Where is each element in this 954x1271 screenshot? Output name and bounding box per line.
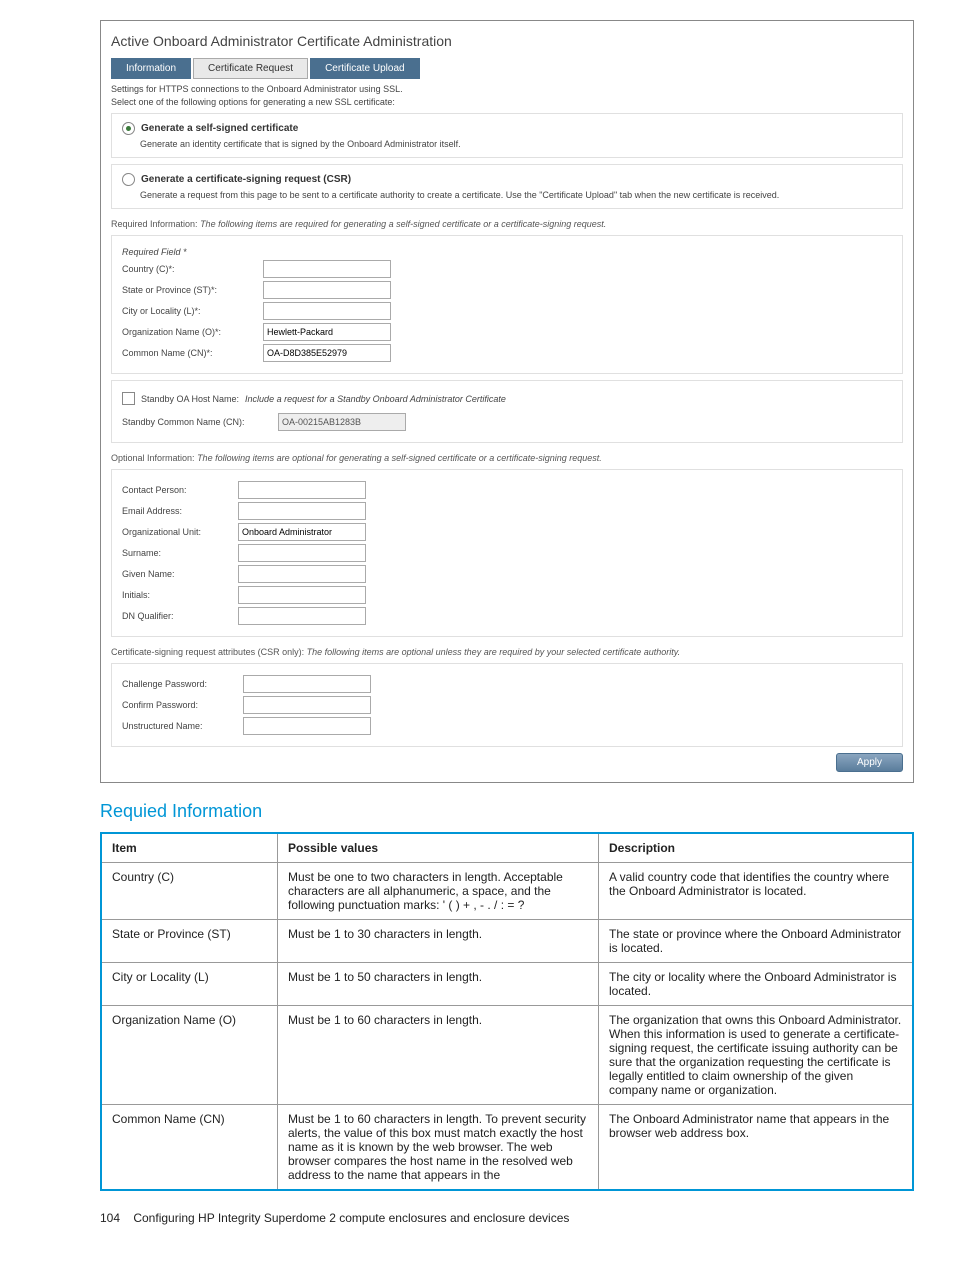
city-label: City or Locality (L)*: <box>122 306 257 316</box>
required-fields-block: Required Field * Country (C)*: State or … <box>111 235 903 374</box>
contact-label: Contact Person: <box>122 485 232 495</box>
select-line: Select one of the following options for … <box>111 97 903 107</box>
standby-cn-input <box>278 413 406 431</box>
table-row: City or Locality (L)Must be 1 to 50 char… <box>101 963 913 1006</box>
optional-info-label: Optional Information: The following item… <box>111 453 903 463</box>
state-input[interactable] <box>263 281 391 299</box>
standby-checkbox[interactable] <box>122 392 135 405</box>
footer-text: Configuring HP Integrity Superdome 2 com… <box>133 1211 569 1225</box>
apply-button[interactable]: Apply <box>836 753 903 772</box>
radio-self-signed-label: Generate a self-signed certificate <box>141 123 298 134</box>
required-field-note: Required Field * <box>122 247 892 257</box>
radio-csr-label: Generate a certificate-signing request (… <box>141 174 351 185</box>
cell-item: Country (C) <box>101 863 278 920</box>
tab-bar: Information Certificate Request Certific… <box>111 57 903 78</box>
org-label: Organization Name (O)*: <box>122 327 257 337</box>
cn-label: Common Name (CN)*: <box>122 348 257 358</box>
country-label: Country (C)*: <box>122 264 257 274</box>
th-pv: Possible values <box>278 833 599 863</box>
org-input[interactable] <box>263 323 391 341</box>
city-input[interactable] <box>263 302 391 320</box>
initials-input[interactable] <box>238 586 366 604</box>
unstructured-input[interactable] <box>243 717 371 735</box>
radio-csr[interactable] <box>122 173 135 186</box>
cell-item: City or Locality (L) <box>101 963 278 1006</box>
email-input[interactable] <box>238 502 366 520</box>
csr-fields-block: Challenge Password: Confirm Password: Un… <box>111 663 903 747</box>
cell-pv: Must be one to two characters in length.… <box>278 863 599 920</box>
settings-line: Settings for HTTPS connections to the On… <box>111 84 903 94</box>
option-self-signed: Generate a self-signed certificate Gener… <box>111 113 903 158</box>
tab-certificate-request[interactable]: Certificate Request <box>193 58 308 79</box>
tab-certificate-upload[interactable]: Certificate Upload <box>310 58 419 79</box>
contact-input[interactable] <box>238 481 366 499</box>
cell-desc: The city or locality where the Onboard A… <box>599 963 914 1006</box>
cell-item: State or Province (ST) <box>101 920 278 963</box>
certificate-admin-panel: Active Onboard Administrator Certificate… <box>100 20 914 783</box>
th-item: Item <box>101 833 278 863</box>
page-number: 104 <box>100 1211 130 1225</box>
cell-desc: The organization that owns this Onboard … <box>599 1006 914 1105</box>
confirm-input[interactable] <box>243 696 371 714</box>
confirm-label: Confirm Password: <box>122 700 237 710</box>
standby-label: Standby OA Host Name: <box>141 394 239 404</box>
surname-label: Surname: <box>122 548 232 558</box>
radio-self-signed[interactable] <box>122 122 135 135</box>
dn-label: DN Qualifier: <box>122 611 232 621</box>
optional-fields-block: Contact Person: Email Address: Organizat… <box>111 469 903 637</box>
table-row: State or Province (ST)Must be 1 to 30 ch… <box>101 920 913 963</box>
initials-label: Initials: <box>122 590 232 600</box>
csr-attr-label: Certificate-signing request attributes (… <box>111 647 903 657</box>
required-info-table: Item Possible values Description Country… <box>100 832 914 1191</box>
panel-title: Active Onboard Administrator Certificate… <box>111 33 903 49</box>
challenge-label: Challenge Password: <box>122 679 237 689</box>
cell-desc: The state or province where the Onboard … <box>599 920 914 963</box>
th-desc: Description <box>599 833 914 863</box>
required-info-heading: Requied Information <box>100 801 914 822</box>
standby-text: Include a request for a Standby Onboard … <box>245 394 506 404</box>
self-signed-desc: Generate an identity certificate that is… <box>140 139 892 149</box>
given-input[interactable] <box>238 565 366 583</box>
table-row: Common Name (CN)Must be 1 to 60 characte… <box>101 1105 913 1191</box>
tab-information[interactable]: Information <box>111 58 191 79</box>
unstructured-label: Unstructured Name: <box>122 721 237 731</box>
challenge-input[interactable] <box>243 675 371 693</box>
page-footer: 104 Configuring HP Integrity Superdome 2… <box>100 1211 914 1225</box>
cell-pv: Must be 1 to 60 characters in length. To… <box>278 1105 599 1191</box>
standby-block: Standby OA Host Name: Include a request … <box>111 380 903 443</box>
csr-desc: Generate a request from this page to be … <box>140 190 892 200</box>
cell-pv: Must be 1 to 30 characters in length. <box>278 920 599 963</box>
surname-input[interactable] <box>238 544 366 562</box>
table-row: Organization Name (O)Must be 1 to 60 cha… <box>101 1006 913 1105</box>
option-csr: Generate a certificate-signing request (… <box>111 164 903 209</box>
email-label: Email Address: <box>122 506 232 516</box>
required-info-label: Required Information: The following item… <box>111 219 903 229</box>
country-input[interactable] <box>263 260 391 278</box>
cell-item: Organization Name (O) <box>101 1006 278 1105</box>
ou-label: Organizational Unit: <box>122 527 232 537</box>
dn-input[interactable] <box>238 607 366 625</box>
cell-desc: A valid country code that identifies the… <box>599 863 914 920</box>
table-row: Country (C)Must be one to two characters… <box>101 863 913 920</box>
cell-pv: Must be 1 to 60 characters in length. <box>278 1006 599 1105</box>
standby-cn-label: Standby Common Name (CN): <box>122 417 272 427</box>
cn-input[interactable] <box>263 344 391 362</box>
cell-desc: The Onboard Administrator name that appe… <box>599 1105 914 1191</box>
given-label: Given Name: <box>122 569 232 579</box>
ou-input[interactable] <box>238 523 366 541</box>
cell-pv: Must be 1 to 50 characters in length. <box>278 963 599 1006</box>
cell-item: Common Name (CN) <box>101 1105 278 1191</box>
state-label: State or Province (ST)*: <box>122 285 257 295</box>
